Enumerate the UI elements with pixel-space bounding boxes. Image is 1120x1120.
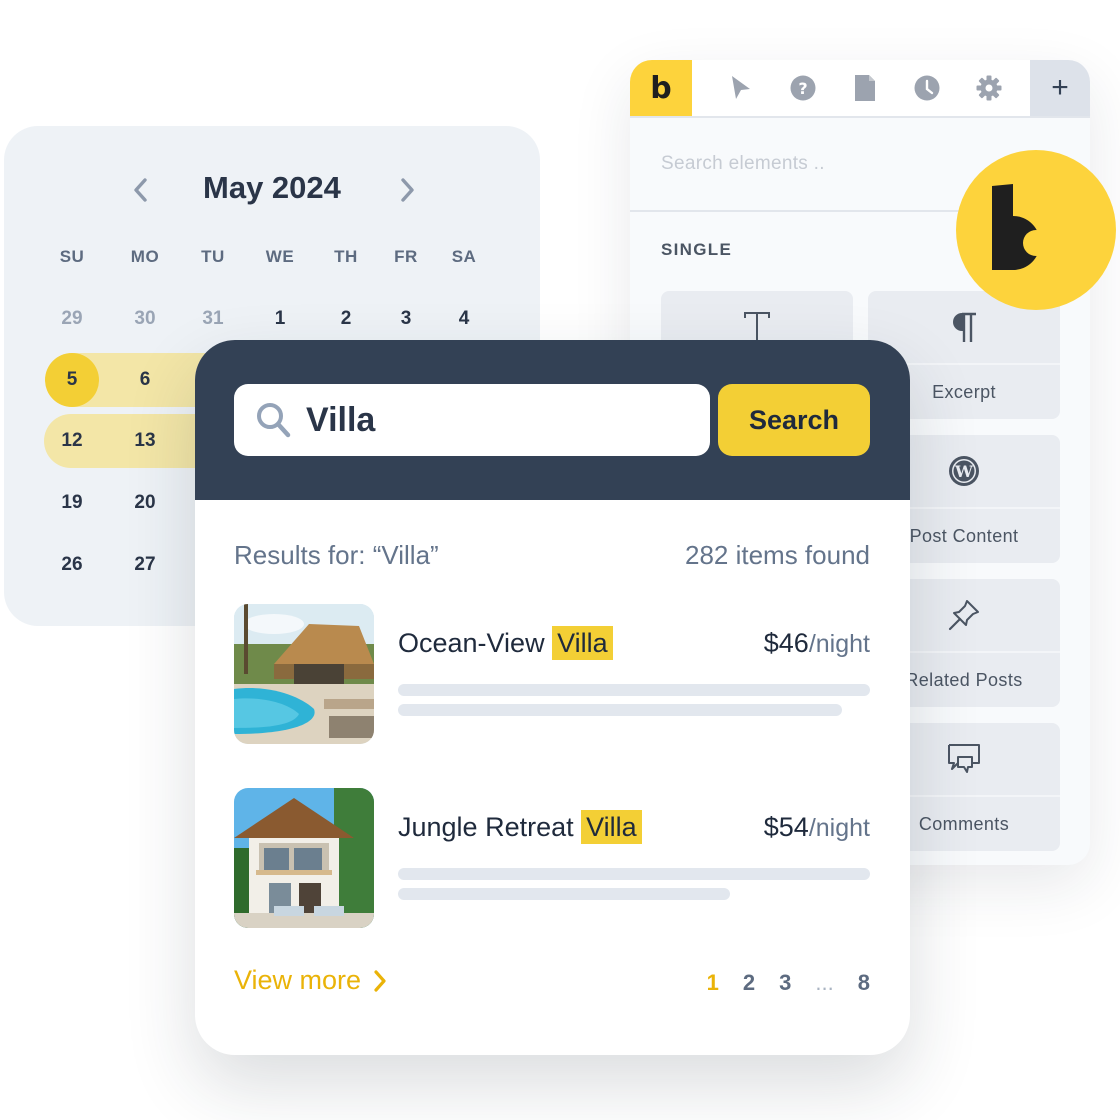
add-button[interactable]: + — [1030, 60, 1090, 116]
calendar-day[interactable]: 1 — [253, 292, 307, 346]
calendar-day[interactable]: 29 — [45, 292, 99, 346]
calendar-day[interactable]: 13 — [118, 414, 172, 468]
weekday-label: TH — [334, 247, 358, 266]
search-field — [234, 384, 710, 456]
page-link[interactable]: 1 — [707, 970, 719, 996]
result-item[interactable]: Jungle Retreat Villa $54/night — [234, 788, 870, 928]
calendar-day[interactable]: 31 — [186, 292, 240, 346]
weekday-label: SA — [451, 247, 477, 266]
skeleton-line — [398, 704, 842, 716]
settings-icon[interactable] — [975, 74, 1003, 102]
result-title[interactable]: Jungle Retreat Villa — [398, 810, 642, 844]
skeleton-line — [398, 888, 730, 900]
prev-month-button[interactable] — [126, 176, 154, 204]
weekday-label: WE — [265, 247, 295, 266]
result-title[interactable]: Ocean-View Villa — [398, 626, 613, 660]
price-amount: $54 — [763, 812, 809, 842]
brand-badge — [956, 150, 1116, 310]
calendar-day[interactable]: 26 — [45, 538, 99, 592]
next-month-button[interactable] — [394, 176, 422, 204]
result-title-text: Jungle Retreat — [398, 812, 574, 842]
calendar-day[interactable]: 4 — [437, 292, 491, 346]
result-title-highlight: Villa — [581, 810, 642, 844]
svg-text:?: ? — [798, 79, 807, 98]
view-more-link[interactable]: View more — [234, 965, 387, 996]
weekday-label: MO — [130, 247, 160, 266]
results-count: 282 items found — [684, 540, 870, 570]
calendar-day[interactable]: 2 — [319, 292, 373, 346]
calendar-day[interactable]: 20 — [118, 476, 172, 530]
result-price: $54/night — [764, 812, 870, 843]
view-more-label: View more — [234, 965, 362, 995]
weekday-label: SU — [59, 247, 85, 266]
search-input[interactable] — [306, 400, 686, 440]
page-link[interactable]: 3 — [779, 970, 791, 996]
page-link[interactable]: 8 — [858, 970, 870, 996]
weekday-label: FR — [394, 247, 418, 266]
calendar-header: May 2024 — [4, 170, 544, 210]
skeleton-line — [398, 684, 870, 696]
price-unit: /night — [808, 814, 870, 842]
price-unit: /night — [808, 630, 870, 658]
skeleton-line — [398, 868, 870, 880]
result-price: $46/night — [764, 628, 870, 659]
chevron-right-icon — [374, 969, 386, 992]
search-header: Search — [195, 340, 910, 500]
builder-toolbar: b ? + — [630, 60, 1090, 118]
calendar-day[interactable]: 30 — [118, 292, 172, 346]
results-for-label: Results for: “Villa” — [234, 540, 439, 570]
calendar-day[interactable]: 3 — [379, 292, 433, 346]
page-icon[interactable] — [851, 74, 879, 102]
help-icon[interactable]: ? — [789, 74, 817, 102]
history-icon[interactable] — [913, 74, 941, 102]
weekday-label: TU — [201, 247, 225, 266]
search-results-card: Search Results for: “Villa” 282 items fo… — [195, 340, 910, 1055]
price-amount: $46 — [763, 628, 809, 658]
calendar-month-title: May 2024 — [203, 170, 341, 205]
builder-logo[interactable]: b — [630, 60, 692, 116]
brand-logo-icon — [992, 184, 1049, 270]
result-item[interactable]: Ocean-View Villa $46/night — [234, 604, 870, 744]
calendar-day[interactable]: 12 — [45, 414, 99, 468]
calendar-day[interactable]: 27 — [118, 538, 172, 592]
calendar-day[interactable]: 19 — [45, 476, 99, 530]
result-thumbnail-jungle-villa[interactable] — [234, 788, 374, 928]
page-link[interactable]: 2 — [743, 970, 755, 996]
toolbar-icon-group: ? — [692, 60, 1030, 116]
search-icon — [257, 403, 291, 438]
element-search-input[interactable] — [661, 153, 941, 175]
cursor-icon[interactable] — [727, 74, 755, 102]
pagination-ellipsis: ... — [815, 970, 834, 995]
calendar-day[interactable]: 6 — [118, 353, 172, 407]
svg-text:W: W — [954, 462, 974, 481]
result-title-highlight: Villa — [552, 626, 613, 660]
result-thumbnail-ocean-villa[interactable] — [234, 604, 374, 744]
search-button[interactable]: Search — [718, 384, 870, 456]
calendar-day-selected[interactable]: 5 — [45, 353, 99, 407]
result-title-text: Ocean-View — [398, 628, 545, 658]
results-summary: Results for: “Villa” 282 items found — [234, 540, 870, 571]
pagination: 1 2 3... 8 — [707, 970, 870, 996]
section-title: SINGLE — [661, 240, 733, 259]
